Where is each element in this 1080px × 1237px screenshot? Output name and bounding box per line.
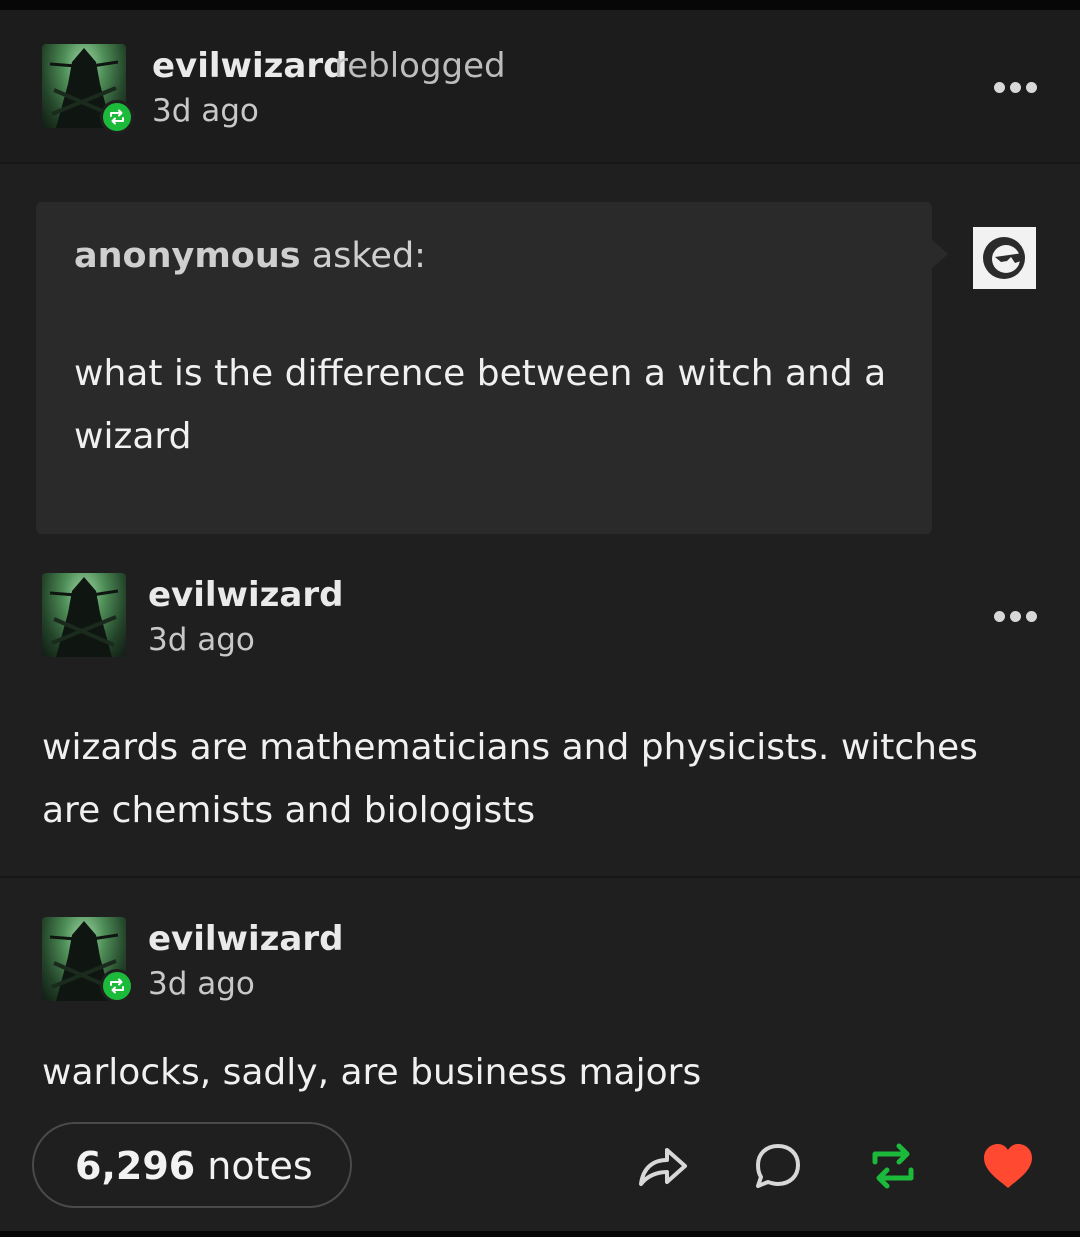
asker-name: anonymous [74, 236, 301, 276]
answer-text: wizards are mathematicians and physicist… [42, 727, 978, 831]
like-heart-icon[interactable] [980, 1140, 1036, 1192]
reblogger-username[interactable]: evilwizard [152, 46, 347, 86]
ask-bubble-tail [930, 238, 948, 270]
reblogged-label: reblogged [334, 46, 506, 86]
reblog-header [0, 10, 1080, 164]
status-bar-strip [0, 0, 1080, 10]
answer-username[interactable]: evilwizard [148, 575, 343, 615]
ask-header: anonymous asked: [74, 236, 426, 276]
notes-button[interactable]: 6,296 notes [32, 1122, 352, 1208]
bottom-strip [0, 1231, 1080, 1237]
answer-time: 3d ago [148, 622, 255, 658]
avatar[interactable] [42, 573, 126, 657]
anonymous-avatar [973, 227, 1036, 289]
reply-icon[interactable] [750, 1140, 806, 1192]
reblog-icon[interactable] [865, 1140, 921, 1192]
addition-time: 3d ago [148, 966, 255, 1002]
addition-username[interactable]: evilwizard [148, 919, 343, 959]
ask-question: what is the difference between a witch a… [74, 353, 887, 457]
reblog-badge-icon [100, 100, 134, 134]
divider [0, 876, 1080, 878]
notes-count-label: 6,296 notes [75, 1144, 313, 1188]
more-options-icon[interactable] [994, 609, 1040, 623]
reblog-badge-icon [100, 969, 134, 1003]
notes-count: 6,296 [75, 1144, 196, 1188]
post-time: 3d ago [152, 93, 259, 129]
asked-label: asked: [311, 236, 426, 276]
notes-label: notes [207, 1144, 313, 1188]
share-icon[interactable] [635, 1140, 691, 1192]
more-options-icon[interactable] [994, 80, 1040, 94]
addition-text: warlocks, sadly, are business majors [42, 1052, 702, 1093]
